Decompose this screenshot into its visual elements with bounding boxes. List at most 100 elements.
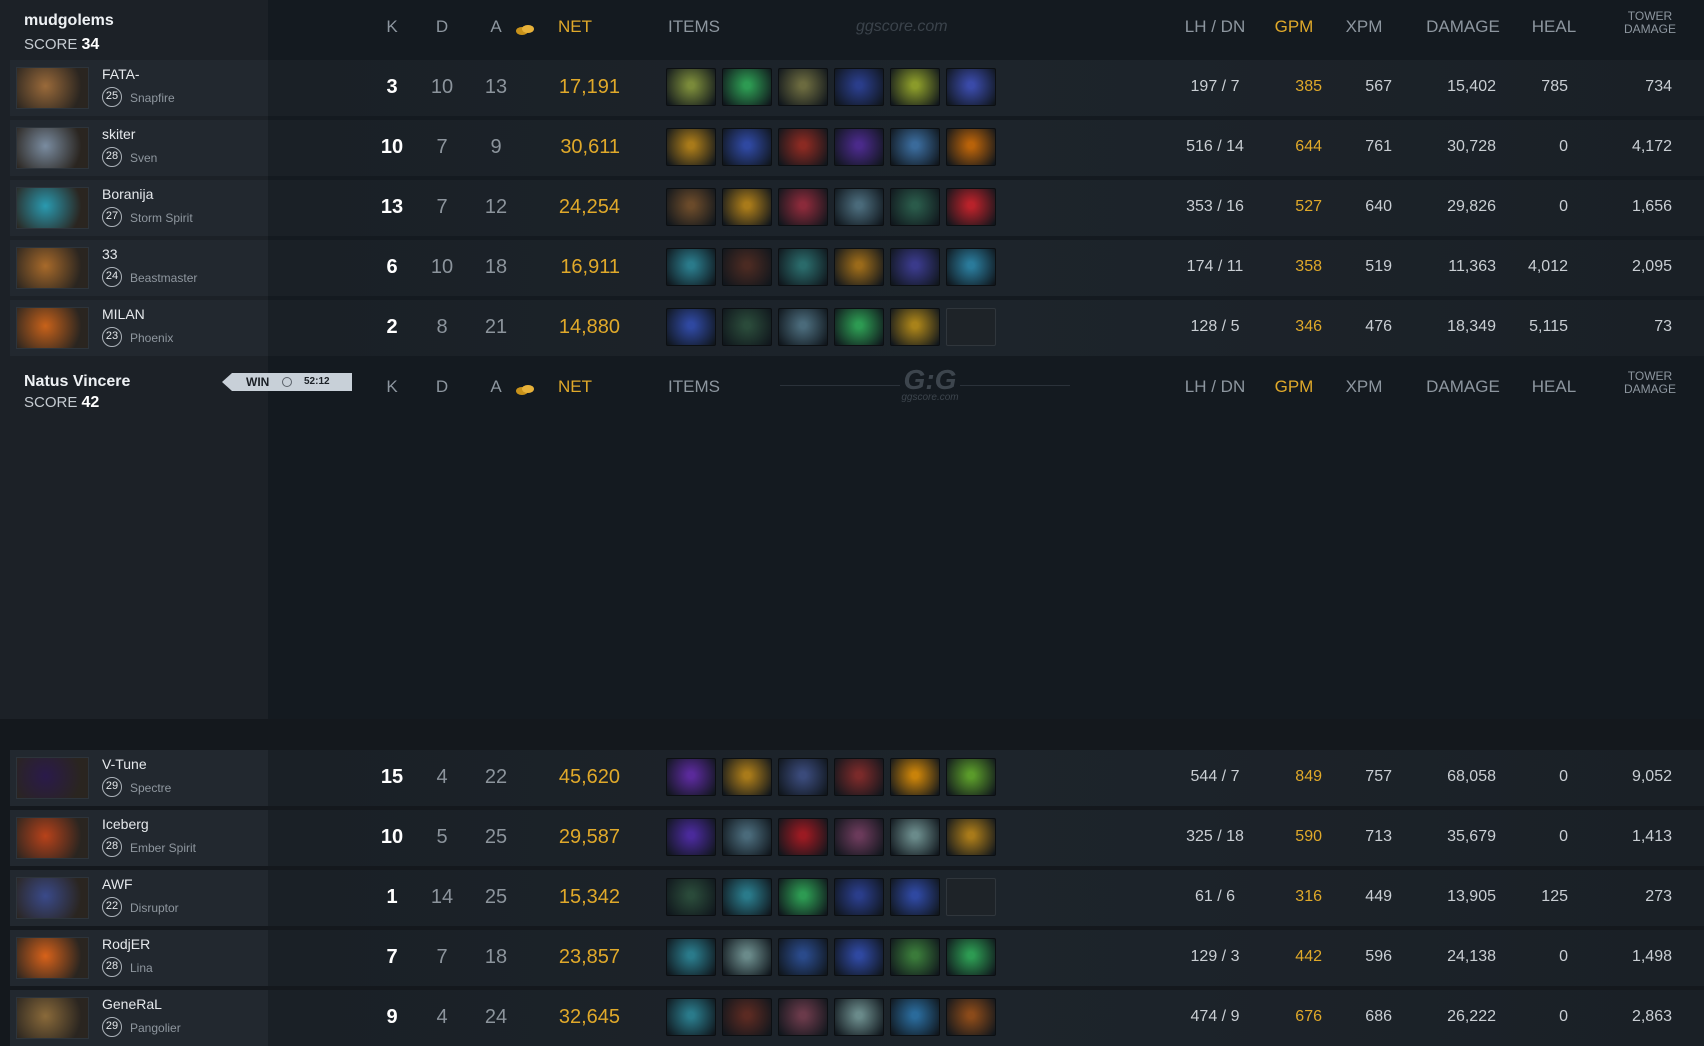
item-icon[interactable] (722, 998, 772, 1036)
item-icon[interactable] (722, 818, 772, 856)
kills: 1 (386, 886, 398, 908)
item-icon[interactable] (722, 128, 772, 166)
item-icon[interactable] (666, 878, 716, 916)
item-icon[interactable] (834, 818, 884, 856)
item-icon[interactable] (890, 128, 940, 166)
item-icon[interactable] (834, 938, 884, 976)
item-icon[interactable] (890, 248, 940, 286)
item-icon[interactable] (834, 248, 884, 286)
header-kills: K (386, 377, 398, 396)
hero-name: Pangolier (130, 1021, 181, 1035)
item-icon[interactable] (890, 68, 940, 106)
clock-icon (282, 377, 292, 387)
tower-damage-value: 273 (1645, 888, 1672, 905)
item-icon[interactable] (946, 758, 996, 796)
item-icon[interactable] (834, 758, 884, 796)
assists: 25 (484, 826, 508, 848)
item-icon[interactable] (778, 938, 828, 976)
item-icon[interactable] (778, 128, 828, 166)
item-icon[interactable] (722, 68, 772, 106)
gold-coin-icon (516, 21, 534, 35)
item-icon[interactable] (666, 758, 716, 796)
hero-portrait[interactable] (16, 187, 89, 229)
item-icon[interactable] (666, 938, 716, 976)
item-icon[interactable] (722, 188, 772, 226)
item-icon[interactable] (666, 818, 716, 856)
last-hits-denies: 174 / 11 (1186, 258, 1244, 275)
item-icon[interactable] (834, 878, 884, 916)
item-icon[interactable] (722, 248, 772, 286)
player-name[interactable]: V-Tune (102, 756, 147, 772)
player-row[interactable]: AWF 22 Disruptor 1 14 25 15,342 61 / 6 316 449 13,… (0, 870, 1704, 926)
hero-portrait[interactable] (16, 67, 89, 109)
item-icon[interactable] (946, 938, 996, 976)
item-icon[interactable] (946, 248, 996, 286)
header-gpm: GPM (1274, 377, 1314, 396)
header-net: NET (516, 377, 610, 397)
item-icon[interactable] (778, 998, 828, 1036)
item-icon[interactable] (890, 188, 940, 226)
player-row[interactable]: RodjER 28 Lina 7 7 18 23,857 129 / 3 442 596 24,13… (0, 930, 1704, 986)
item-icon[interactable] (946, 998, 996, 1036)
item-icon[interactable] (946, 68, 996, 106)
player-row[interactable]: 33 24 Beastmaster 6 10 18 16,911 174 / 11 358 519… (0, 240, 1704, 296)
item-icon[interactable] (834, 68, 884, 106)
watermark: ggscore.com (856, 18, 948, 35)
hero-portrait[interactable] (16, 127, 89, 169)
player-name[interactable]: RodjER (102, 936, 150, 952)
item-icon[interactable] (834, 998, 884, 1036)
assists: 25 (484, 886, 508, 908)
player-name[interactable]: GeneRaL (102, 996, 162, 1012)
player-row[interactable]: Iceberg 28 Ember Spirit 10 5 25 29,587 325 / 18… (0, 810, 1704, 866)
item-icon[interactable] (778, 818, 828, 856)
item-icon[interactable] (666, 998, 716, 1036)
item-icon[interactable] (946, 818, 996, 856)
item-icon[interactable] (890, 758, 940, 796)
header-items: ITEMS (668, 377, 720, 396)
hero-portrait[interactable] (16, 877, 89, 919)
header-gpm: GPM (1274, 17, 1314, 36)
item-icon[interactable] (946, 188, 996, 226)
player-name[interactable]: 33 (102, 246, 118, 262)
hero-portrait[interactable] (16, 757, 89, 799)
item-icon[interactable] (778, 188, 828, 226)
player-name[interactable]: FATA- (102, 66, 140, 82)
item-icon[interactable] (890, 998, 940, 1036)
damage-value: 13,905 (1447, 888, 1496, 905)
item-icon[interactable] (666, 188, 716, 226)
item-icon[interactable] (834, 128, 884, 166)
hero-level: 25 (102, 87, 122, 107)
player-name[interactable]: MILAN (102, 306, 145, 322)
item-icon[interactable] (722, 878, 772, 916)
item-icon[interactable] (666, 248, 716, 286)
player-row[interactable]: GeneRaL 29 Pangolier 9 4 24 32,645 474 / 9 676 68… (0, 990, 1704, 1046)
hero-portrait[interactable] (16, 937, 89, 979)
player-row[interactable]: FATA- 25 Snapfire 3 10 13 17,191 197 / 7 385 567 1… (0, 60, 1704, 116)
item-icon[interactable] (778, 68, 828, 106)
hero-portrait[interactable] (16, 247, 89, 289)
player-row[interactable]: Boranija 27 Storm Spirit 13 7 12 24,254 353 / 1… (0, 180, 1704, 236)
item-icon[interactable] (778, 758, 828, 796)
gpm-value: 590 (1295, 828, 1322, 845)
item-icon[interactable] (778, 248, 828, 286)
item-icon[interactable] (722, 938, 772, 976)
hero-portrait[interactable] (16, 817, 89, 859)
player-name[interactable]: Iceberg (102, 816, 149, 832)
player-row[interactable]: skiter 28 Sven 10 7 9 30,611 516 / 14 644 761 30,7… (0, 120, 1704, 176)
header-tower-line2: DAMAGE (1623, 22, 1676, 36)
player-name[interactable]: AWF (102, 876, 133, 892)
item-icon[interactable] (666, 128, 716, 166)
player-name[interactable]: Boranija (102, 186, 153, 202)
item-icon[interactable] (778, 878, 828, 916)
item-icon[interactable] (666, 68, 716, 106)
item-icon[interactable] (890, 938, 940, 976)
player-name[interactable]: skiter (102, 126, 135, 142)
player-row[interactable]: V-Tune 29 Spectre 15 4 22 45,620 544 / 7 849 757 6… (0, 750, 1704, 806)
hero-portrait[interactable] (16, 997, 89, 1039)
item-icon[interactable] (722, 758, 772, 796)
item-icon[interactable] (890, 878, 940, 916)
damage-value: 15,402 (1447, 78, 1496, 95)
item-icon[interactable] (834, 188, 884, 226)
item-icon[interactable] (890, 818, 940, 856)
item-icon[interactable] (946, 128, 996, 166)
